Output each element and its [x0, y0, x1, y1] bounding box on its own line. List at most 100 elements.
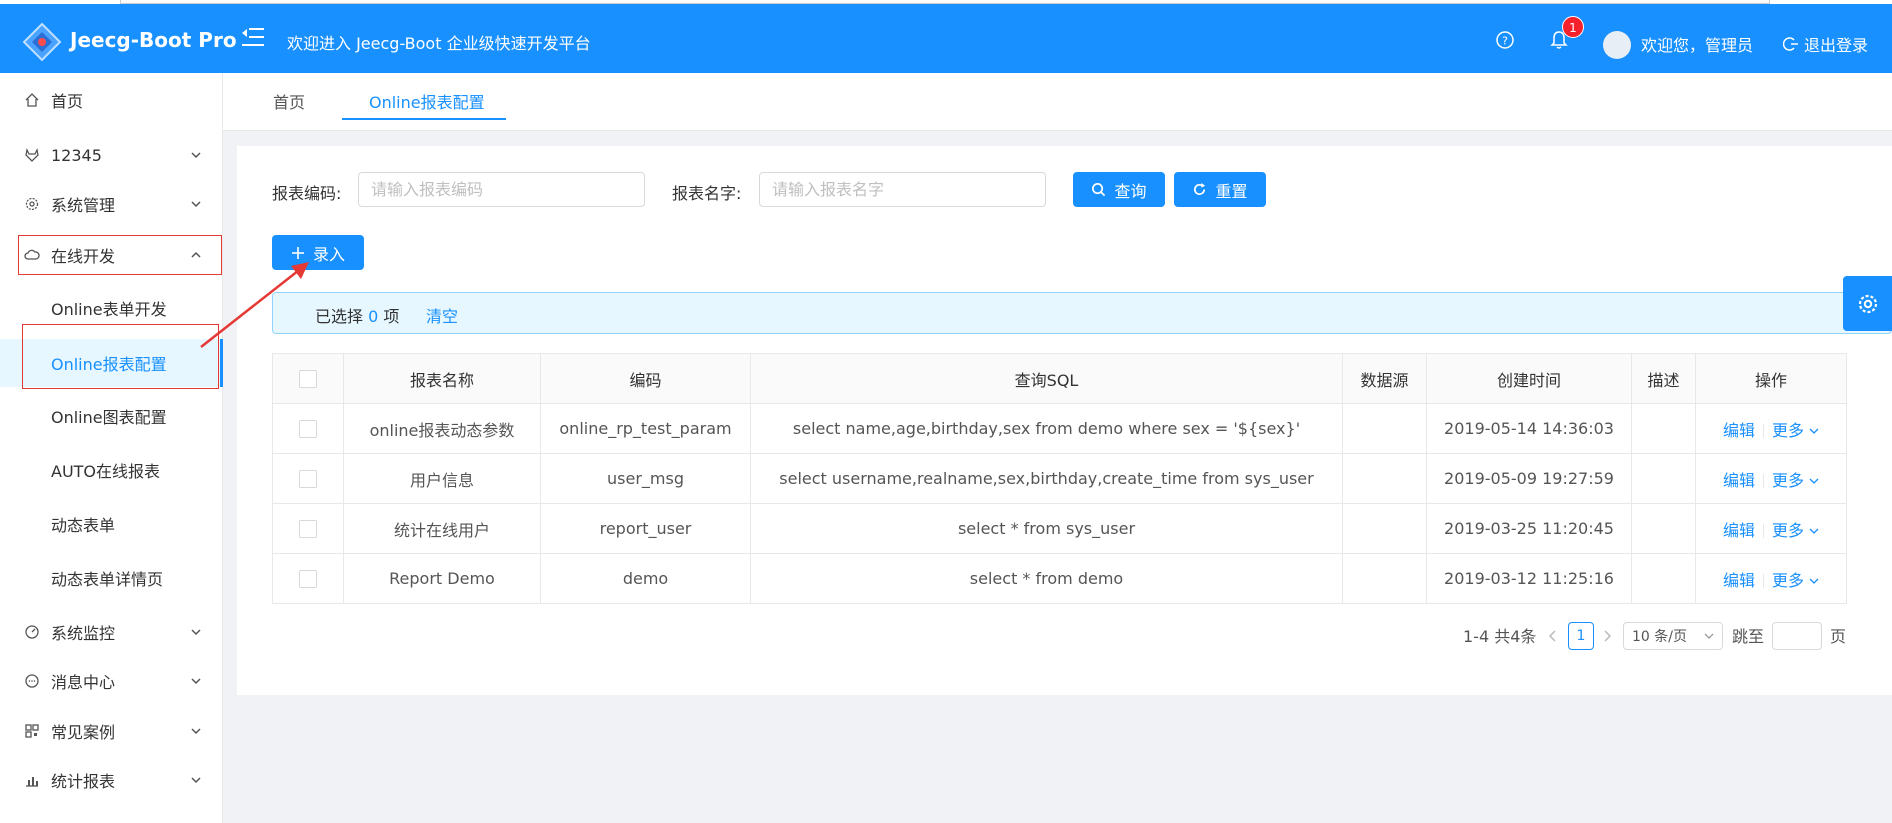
sidebar-item-dynamic-form-detail[interactable]: 动态表单详情页	[0, 558, 223, 598]
chevron-left-icon[interactable]	[1546, 629, 1560, 643]
column-header[interactable]: 查询SQL	[750, 353, 1343, 404]
cell-datasource	[1342, 453, 1427, 504]
cell-datasource	[1342, 403, 1427, 454]
active-tab-indicator	[342, 118, 506, 120]
cell-created-time: 2019-03-25 11:20:45	[1426, 503, 1632, 554]
edit-link[interactable]: 编辑	[1723, 571, 1755, 590]
cell-report-name: Report Demo	[343, 553, 541, 604]
sidebar-item-online-form[interactable]: Online表单开发	[0, 288, 223, 328]
jump-page-input[interactable]	[1772, 622, 1822, 650]
sidebar-item-label: 系统监控	[51, 624, 116, 643]
column-header[interactable]: 数据源	[1342, 353, 1427, 404]
row-checkbox[interactable]	[299, 570, 317, 589]
report-name-input[interactable]	[759, 172, 1046, 207]
qrcode-icon	[25, 724, 39, 738]
more-label: 更多	[1771, 470, 1804, 490]
chevron-down-icon	[1704, 633, 1714, 639]
cell-created-time: 2019-05-09 19:27:59	[1426, 453, 1632, 504]
report-name-label: 报表名字:	[672, 184, 742, 203]
sidebar-item-label: 系统管理	[51, 196, 116, 215]
row-checkbox[interactable]	[299, 470, 317, 489]
more-label: 更多	[1771, 420, 1804, 440]
row-select-cell	[272, 553, 344, 604]
user-greeting[interactable]: 欢迎您，管理员	[1641, 32, 1753, 56]
selection-prefix: 已选择	[315, 307, 364, 326]
sidebar-item-message[interactable]: 消息中心	[0, 661, 223, 701]
sidebar-item-label: 动态表单详情页	[51, 570, 164, 589]
page-size-value: 10 条/页	[1632, 629, 1687, 645]
notification-badge: 1	[1562, 16, 1584, 38]
chevron-down-icon	[191, 201, 201, 208]
reset-button[interactable]: 重置	[1174, 172, 1266, 207]
cell-actions: 编辑 更多	[1695, 453, 1847, 504]
edit-link[interactable]: 编辑	[1723, 521, 1755, 540]
cell-query-sql: select name,age,birthday,sex from demo w…	[750, 403, 1343, 454]
table-row: 统计在线用户 report_user select * from sys_use…	[272, 503, 1847, 554]
cell-query-sql: select * from sys_user	[750, 503, 1343, 554]
tab-home[interactable]: 首页	[273, 89, 305, 113]
chevron-down-icon	[1809, 428, 1819, 434]
edit-link[interactable]: 编辑	[1723, 421, 1755, 440]
jump-label: 跳至	[1732, 627, 1765, 646]
selection-summary: 已选择 0 项	[315, 303, 399, 327]
cell-description	[1631, 403, 1696, 454]
sidebar-item-online-chart[interactable]: Online图表配置	[0, 396, 223, 436]
tab-online-report[interactable]: Online报表配置	[369, 89, 485, 113]
sidebar-item-stats[interactable]: 统计报表	[0, 760, 223, 800]
sidebar-item-label: 12345	[51, 145, 102, 165]
sidebar-item-12345[interactable]: 12345	[0, 135, 223, 175]
column-header[interactable]: 报表名称	[343, 353, 541, 404]
chevron-down-icon	[191, 777, 201, 784]
cell-datasource	[1342, 553, 1427, 604]
cell-description	[1631, 503, 1696, 554]
sidebar-item-home[interactable]: 首页	[0, 80, 223, 120]
cell-report-name: online报表动态参数	[343, 403, 541, 454]
sidebar-item-label: 动态表单	[51, 516, 116, 535]
logout-button[interactable]: 退出登录	[1783, 32, 1868, 56]
selection-count: 0	[368, 307, 379, 326]
report-table: 报表名称 编码 查询SQL 数据源 创建时间 描述 操作 online报表动态参…	[272, 353, 1847, 604]
cell-created-time: 2019-03-12 11:25:16	[1426, 553, 1632, 604]
sidebar-item-label: 首页	[51, 92, 84, 111]
row-select-cell	[272, 403, 344, 454]
table-row: online报表动态参数 online_rp_test_param select…	[272, 403, 1847, 454]
page-size-select[interactable]: 10 条/页	[1623, 622, 1723, 650]
column-header[interactable]: 描述	[1631, 353, 1696, 404]
chevron-right-icon[interactable]	[1600, 629, 1614, 643]
sidebar-item-label: 消息中心	[51, 673, 116, 692]
message-icon	[25, 674, 39, 688]
report-code-input[interactable]	[358, 172, 645, 207]
more-dropdown[interactable]: 更多	[1772, 521, 1819, 540]
select-all-cell	[272, 353, 344, 404]
cell-created-time: 2019-05-14 14:36:03	[1426, 403, 1632, 454]
gear-icon	[25, 197, 39, 211]
more-dropdown[interactable]: 更多	[1772, 421, 1819, 440]
column-header[interactable]: 创建时间	[1426, 353, 1632, 404]
sidebar-item-cases[interactable]: 常见案例	[0, 711, 223, 751]
help-icon[interactable]: ?	[1495, 30, 1515, 50]
avatar[interactable]	[1603, 31, 1631, 59]
query-button[interactable]: 查询	[1073, 172, 1165, 207]
row-checkbox[interactable]	[299, 420, 317, 439]
more-dropdown[interactable]: 更多	[1772, 571, 1819, 590]
settings-drawer-button[interactable]	[1843, 276, 1892, 331]
sidebar-item-system[interactable]: 系统管理	[0, 184, 223, 224]
column-header[interactable]: 编码	[540, 353, 751, 404]
cell-actions: 编辑 更多	[1695, 503, 1847, 554]
report-code-label: 报表编码:	[272, 184, 342, 203]
cell-report-code: online_rp_test_param	[540, 403, 751, 454]
page-1-button[interactable]: 1	[1568, 622, 1594, 650]
more-dropdown[interactable]: 更多	[1772, 471, 1819, 490]
clear-selection-link[interactable]: 清空	[426, 303, 458, 327]
more-label: 更多	[1771, 520, 1804, 540]
cell-query-sql: select * from demo	[750, 553, 1343, 604]
row-checkbox[interactable]	[299, 520, 317, 539]
sidebar-item-dynamic-form[interactable]: 动态表单	[0, 504, 223, 544]
menu-fold-icon[interactable]	[240, 24, 266, 50]
reset-button-label: 重置	[1215, 181, 1248, 201]
select-all-checkbox[interactable]	[299, 370, 317, 389]
sidebar-item-monitor[interactable]: 系统监控	[0, 612, 223, 652]
sidebar-item-auto-report[interactable]: AUTO在线报表	[0, 450, 223, 490]
cell-actions: 编辑 更多	[1695, 403, 1847, 454]
edit-link[interactable]: 编辑	[1723, 471, 1755, 490]
